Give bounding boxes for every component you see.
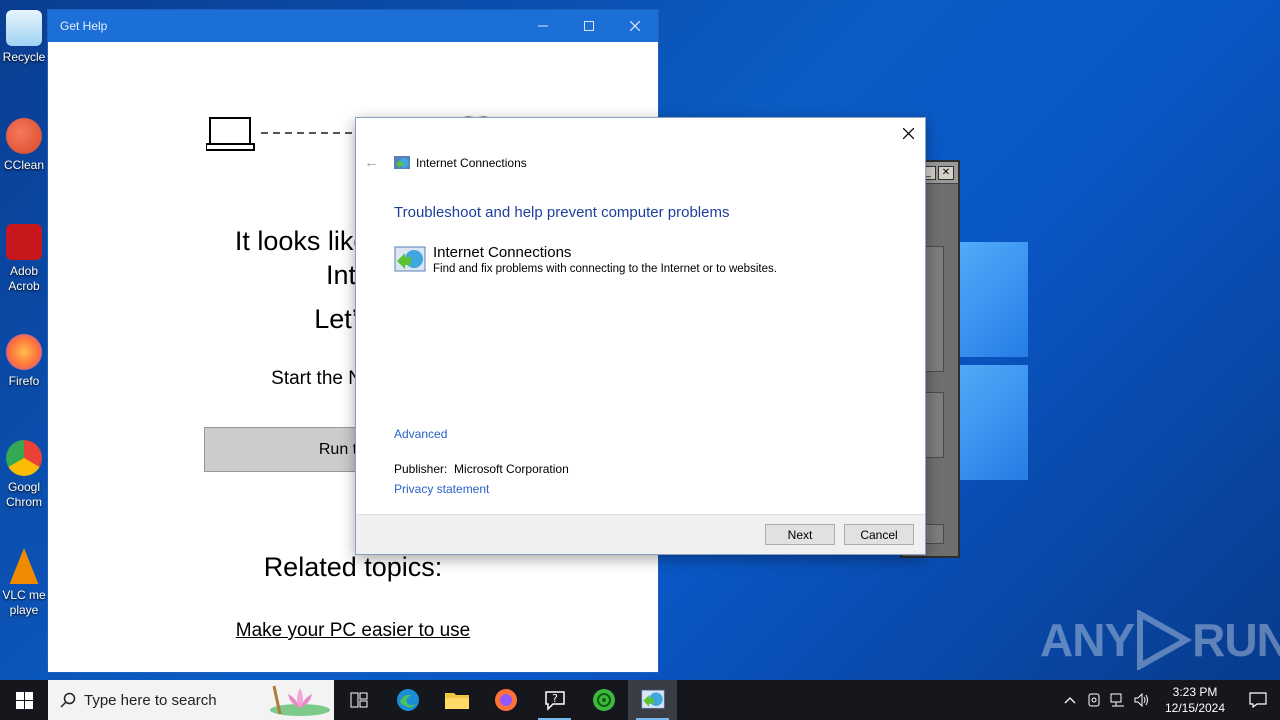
play-logo-icon <box>1137 610 1193 670</box>
task-view-button[interactable] <box>334 680 383 720</box>
vlc-icon <box>9 548 39 584</box>
clock-time: 3:23 PM <box>1172 685 1218 699</box>
classic-panel <box>924 392 944 458</box>
back-arrow-icon[interactable]: ← <box>364 154 386 171</box>
internet-connections-icon <box>394 155 410 169</box>
taskbar-edge[interactable] <box>383 680 432 720</box>
anyrun-watermark: ANY RUN <box>1040 610 1280 670</box>
network-app-icon <box>592 689 615 711</box>
desktop-icon-label: Recycle <box>2 50 46 64</box>
desktop-icon-label: Googl Chrom <box>5 480 42 509</box>
windows-wallpaper-logo <box>960 242 1030 480</box>
edge-icon <box>396 689 419 711</box>
tray-network-button[interactable] <box>1106 693 1130 707</box>
internet-connections-icon <box>394 246 426 272</box>
taskbar-network-app[interactable] <box>579 680 628 720</box>
maximize-button[interactable] <box>566 10 612 42</box>
firefox-icon <box>494 689 517 711</box>
publisher-line: Publisher: Microsoft Corporation <box>394 462 569 476</box>
window-title: Get Help <box>60 19 108 33</box>
classic-panel <box>924 246 944 372</box>
desktop-icon-label: VLC me playe <box>2 588 46 617</box>
minimize-button[interactable] <box>520 10 566 42</box>
maximize-icon <box>584 21 594 31</box>
dialog-header: ← Internet Connections <box>364 154 527 171</box>
desktop-icon-vlc[interactable]: VLC me playe <box>0 548 48 618</box>
taskbar: Type here to search ? 3:23 PM 12/15/2024 <box>0 680 1280 720</box>
desktop-icon-adobe-acrobat[interactable]: Adob Acrob <box>0 224 48 294</box>
taskbar-clock[interactable]: 3:23 PM 12/15/2024 <box>1160 684 1230 716</box>
related-topics-heading: Related topics: <box>263 552 443 582</box>
taskbar-get-help[interactable]: ? <box>530 680 579 720</box>
get-help-titlebar: Get Help <box>48 10 658 42</box>
action-center-button[interactable] <box>1236 680 1280 720</box>
firefox-icon <box>6 334 42 370</box>
minimize-icon <box>538 25 548 27</box>
taskbar-search-box[interactable]: Type here to search <box>48 680 334 720</box>
troubleshooter-icon <box>640 689 665 709</box>
windows-start-icon <box>15 691 33 709</box>
next-button[interactable]: Next <box>765 524 835 545</box>
network-icon <box>1110 693 1124 707</box>
tray-volume-button[interactable] <box>1130 693 1154 707</box>
system-tray: 3:23 PM 12/15/2024 <box>1058 680 1280 720</box>
dialog-close-button[interactable] <box>897 122 919 144</box>
close-icon <box>630 21 640 31</box>
watermark-text-right: RUN <box>1192 614 1280 666</box>
dialog-footer: Next Cancel <box>356 514 925 554</box>
tray-device-button[interactable] <box>1082 693 1106 707</box>
ccleaner-icon <box>6 118 42 154</box>
advanced-link[interactable]: Advanced <box>394 427 447 441</box>
troubleshooter-dialog: ← Internet Connections Troubleshoot and … <box>355 117 926 555</box>
device-icon <box>1088 693 1100 707</box>
related-topic-link[interactable]: Make your PC easier to use <box>48 620 658 642</box>
recycle-bin-icon <box>6 10 42 46</box>
close-icon[interactable]: ✕ <box>938 165 954 180</box>
show-hidden-icons-button[interactable] <box>1058 696 1082 704</box>
troubleshooter-item-description: Find and fix problems with connecting to… <box>433 263 777 275</box>
close-button[interactable] <box>612 10 658 42</box>
search-highlight-lotus-icon <box>270 685 330 716</box>
privacy-statement-link[interactable]: Privacy statement <box>394 482 489 496</box>
file-explorer-icon <box>444 693 469 709</box>
desktop-icon-firefox[interactable]: Firefo <box>0 334 48 389</box>
adobe-acrobat-icon <box>6 224 42 260</box>
clock-date: 12/15/2024 <box>1164 701 1226 715</box>
taskbar-firefox[interactable] <box>481 680 530 720</box>
publisher-value: Microsoft Corporation <box>454 462 569 476</box>
search-placeholder: Type here to search <box>84 691 217 709</box>
help-icon: ? <box>544 691 565 711</box>
publisher-label: Publisher: <box>394 462 448 476</box>
taskbar-file-explorer[interactable] <box>432 680 481 720</box>
chrome-icon <box>6 440 42 476</box>
task-view-icon <box>350 692 367 708</box>
troubleshooter-item-name: Internet Connections <box>433 244 572 261</box>
svg-text:?: ? <box>552 692 558 705</box>
desktop-icon-ccleaner[interactable]: CClean <box>0 118 48 173</box>
desktop-icon-chrome[interactable]: Googl Chrom <box>0 440 48 510</box>
cancel-button[interactable]: Cancel <box>844 524 914 545</box>
chevron-up-icon <box>1064 697 1076 704</box>
dialog-heading: Troubleshoot and help prevent computer p… <box>394 204 730 221</box>
volume-icon <box>1134 693 1148 707</box>
desktop-icon-recycle-bin[interactable]: Recycle <box>0 10 48 65</box>
classic-panel <box>924 524 944 544</box>
start-button[interactable] <box>0 680 48 720</box>
desktop-icon-label: CClean <box>3 158 45 172</box>
notification-icon <box>1249 692 1267 708</box>
troubleshooter-item[interactable]: Internet Connections Find and fix proble… <box>394 244 777 276</box>
search-icon <box>60 692 76 708</box>
close-icon <box>902 127 914 139</box>
taskbar-troubleshooter[interactable] <box>628 680 677 720</box>
watermark-text-left: ANY <box>1040 614 1135 666</box>
dialog-title: Internet Connections <box>416 155 527 170</box>
desktop-icon-label: Firefo <box>8 374 40 388</box>
desktop-icon-label: Adob Acrob <box>8 264 40 293</box>
